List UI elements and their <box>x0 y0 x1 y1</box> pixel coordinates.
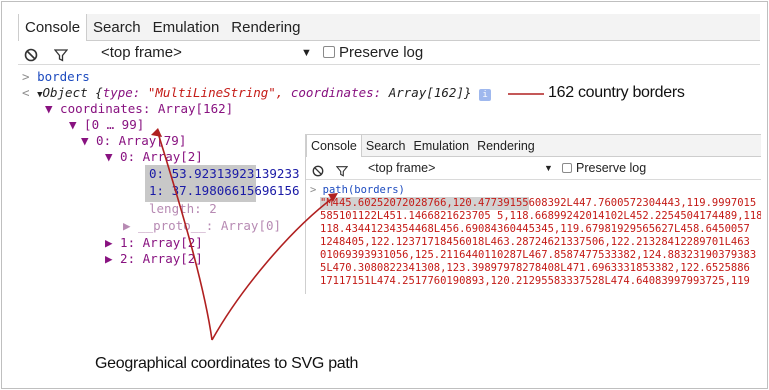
borders-callout-label: 162 country borders <box>548 84 685 101</box>
coords-arrow-head <box>151 128 162 137</box>
annotation-arrows <box>151 93 544 341</box>
coords-callout-label: Geographical coordinates to SVG path <box>95 355 359 372</box>
coords-arrow-curve <box>157 132 213 341</box>
path-arrow-curve <box>211 196 335 341</box>
